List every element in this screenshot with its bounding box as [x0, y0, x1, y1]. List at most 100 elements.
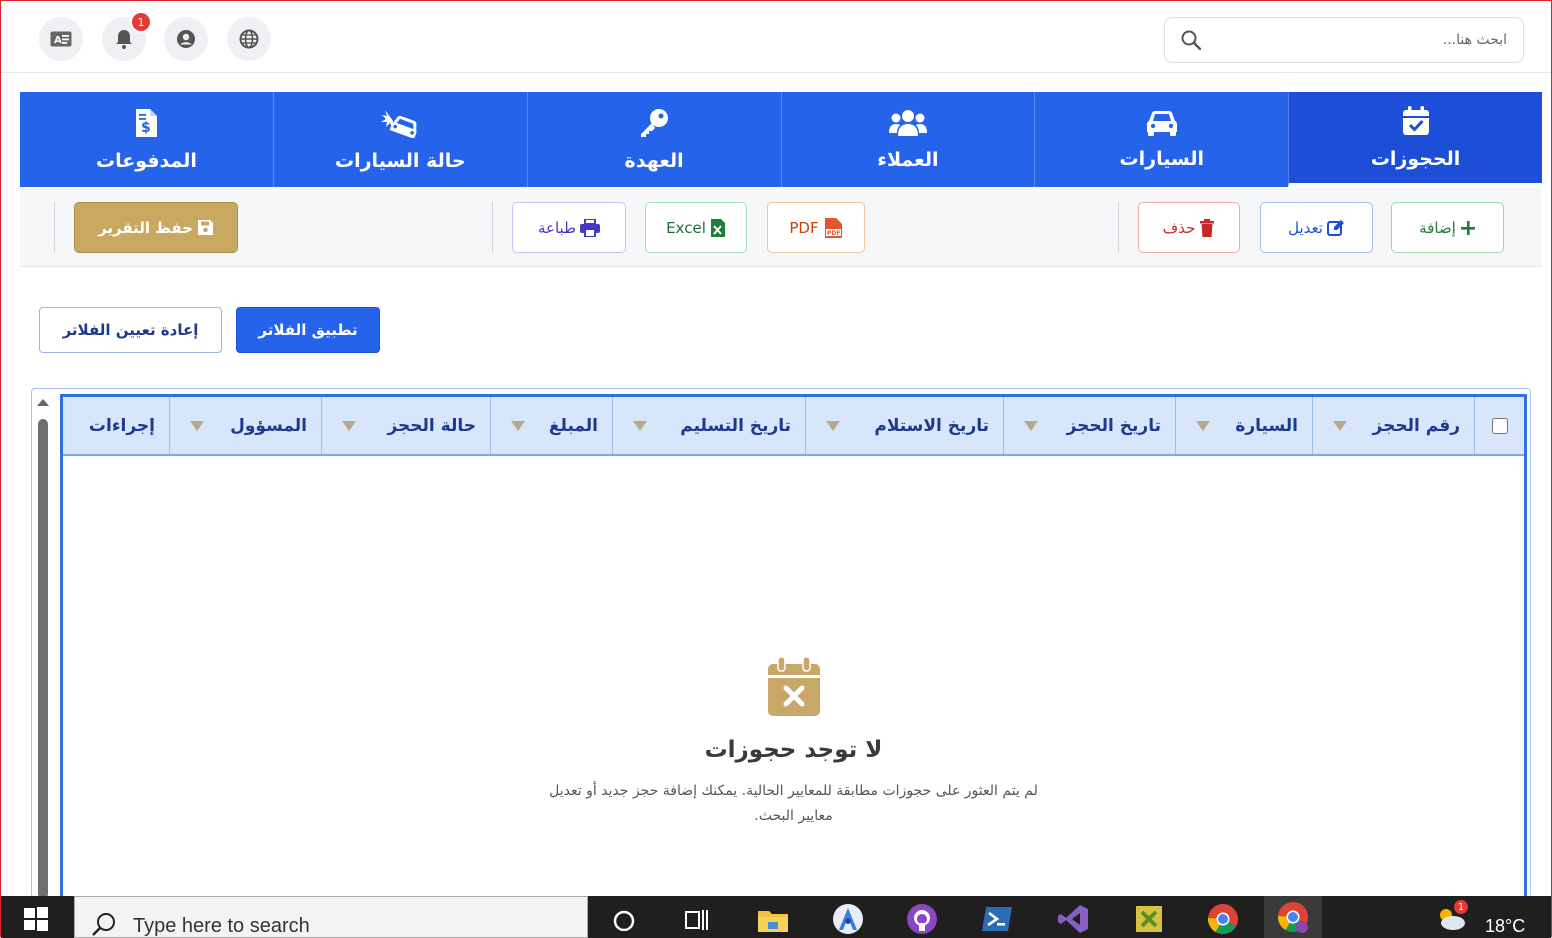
- add-label: إضافة: [1419, 218, 1456, 237]
- empty-state: لا توجد حجوزات لم يتم العثور على حجوزات …: [63, 656, 1524, 829]
- print-button[interactable]: طباعة: [512, 202, 626, 253]
- notification-badge: 1: [130, 11, 152, 33]
- search-input[interactable]: [1209, 24, 1509, 56]
- invoice-dollar-icon: $: [136, 108, 158, 137]
- visual-studio-button[interactable]: [1056, 902, 1090, 936]
- edit-button[interactable]: تعديل: [1260, 202, 1373, 253]
- weather-widget-button[interactable]: 1: [1434, 898, 1470, 936]
- column-label: تاريخ الحجز: [1066, 415, 1161, 436]
- column-label: رقم الحجز: [1372, 415, 1460, 436]
- notifications-button[interactable]: 1: [102, 11, 152, 61]
- tab-custody[interactable]: العهدة: [526, 92, 781, 187]
- toolbar-divider: [1118, 202, 1119, 253]
- filter-triangle-icon[interactable]: [1196, 420, 1210, 431]
- export-pdf-button[interactable]: PDF PDF: [767, 202, 865, 253]
- save-report-button[interactable]: حفظ التقرير: [74, 202, 238, 253]
- select-all-cell: [1474, 397, 1524, 454]
- column-header[interactable]: رقم الحجز: [1312, 397, 1474, 454]
- language-button[interactable]: A: [39, 17, 83, 61]
- cortana-button[interactable]: [607, 902, 641, 936]
- top-bar: A 1: [1, 1, 1551, 73]
- action-toolbar: إضافة تعديل حذف PDF PDF Excel طباعة حفظ …: [20, 188, 1542, 267]
- xampp-button[interactable]: [1132, 902, 1166, 936]
- powershell-button[interactable]: [980, 902, 1014, 936]
- cortana-circle-icon: [613, 910, 635, 931]
- chrome-profile-icon: [1278, 902, 1308, 933]
- bookings-table-container: رقم الحجز السيارة تاريخ الحجز تاريخ الاس…: [31, 388, 1531, 899]
- folder-icon: [758, 911, 788, 932]
- windows-taskbar: Type here to search 1 18°C: [1, 896, 1551, 938]
- globe-button[interactable]: [227, 17, 271, 61]
- filter-triangle-icon[interactable]: [511, 420, 525, 431]
- column-header[interactable]: المسؤول: [169, 397, 321, 454]
- calendar-check-icon: [1402, 105, 1429, 135]
- scrollbar-thumb[interactable]: [38, 419, 48, 899]
- tab-bookings[interactable]: الحجوزات: [1288, 92, 1542, 187]
- apply-filters-button[interactable]: تطبيق الفلاتر: [236, 307, 380, 353]
- taskbar-search-icon: [92, 913, 115, 936]
- chrome-button[interactable]: [1206, 902, 1240, 936]
- profile-button[interactable]: [164, 17, 208, 61]
- select-all-checkbox[interactable]: [1491, 417, 1508, 434]
- android-studio-button[interactable]: [831, 902, 865, 936]
- tab-car-status[interactable]: حالة السيارات: [272, 92, 527, 187]
- column-label: السيارة: [1235, 415, 1298, 436]
- column-header[interactable]: حالة الحجز: [321, 397, 490, 454]
- temperature-readout: 18°C: [1485, 916, 1526, 936]
- tab-label: المدفوعات: [95, 149, 197, 172]
- tab-label: الحجوزات: [1370, 147, 1461, 170]
- column-header[interactable]: المبلغ: [490, 397, 612, 454]
- filter-triangle-icon[interactable]: [342, 420, 356, 431]
- column-header[interactable]: تاريخ الحجز: [1003, 397, 1175, 454]
- windows-start-button[interactable]: [19, 902, 53, 936]
- edit-icon: [1326, 219, 1344, 236]
- save-icon: [197, 220, 213, 235]
- chrome-profile-button[interactable]: [1264, 896, 1322, 938]
- search-box: [1164, 17, 1524, 63]
- vertical-scrollbar[interactable]: [36, 395, 50, 899]
- delete-button[interactable]: حذف: [1138, 202, 1240, 253]
- key-icon: [641, 108, 669, 137]
- scroll-up-arrow-icon[interactable]: [36, 397, 50, 407]
- column-header[interactable]: السيارة: [1175, 397, 1312, 454]
- empty-state-message: لم يتم العثور على حجوزات مطابقة للمعايير…: [549, 783, 1038, 824]
- task-view-button[interactable]: [680, 902, 714, 936]
- save-report-label: حفظ التقرير: [98, 218, 193, 237]
- tab-label: حالة السيارات: [335, 149, 466, 172]
- column-label: المبلغ: [548, 415, 598, 436]
- filter-triangle-icon[interactable]: [190, 420, 204, 431]
- file-pdf-icon: PDF: [824, 217, 842, 238]
- add-button[interactable]: إضافة: [1391, 202, 1504, 253]
- column-label: حالة الحجز: [387, 415, 476, 436]
- column-header[interactable]: تاريخ الاستلام: [805, 397, 1003, 454]
- taskbar-search-box[interactable]: Type here to search: [74, 896, 588, 938]
- svg-text:A: A: [54, 35, 62, 46]
- export-excel-button[interactable]: Excel: [645, 202, 747, 253]
- visual-studio-icon: [1058, 905, 1088, 933]
- column-header[interactable]: إجراءات: [63, 397, 169, 454]
- filter-triangle-icon[interactable]: [633, 420, 647, 431]
- column-header[interactable]: تاريخ التسليم: [612, 397, 805, 454]
- filter-triangle-icon[interactable]: [1333, 420, 1347, 431]
- tab-payments[interactable]: $ المدفوعات: [20, 92, 273, 187]
- language-icon: [239, 29, 259, 49]
- profile-icon: [177, 30, 195, 48]
- svg-text:$: $: [141, 120, 151, 136]
- reset-filters-button[interactable]: إعادة تعيين الفلاتر: [39, 307, 222, 353]
- svg-text:PDF: PDF: [827, 230, 840, 237]
- tab-label: السيارات: [1119, 147, 1204, 170]
- github-desktop-button[interactable]: [905, 902, 939, 936]
- powershell-icon: [982, 907, 1012, 931]
- filter-triangle-icon[interactable]: [826, 420, 840, 431]
- bookings-table: رقم الحجز السيارة تاريخ الحجز تاريخ الاس…: [60, 394, 1527, 899]
- toolbar-divider: [54, 202, 55, 253]
- empty-state-title: لا توجد حجوزات: [704, 737, 883, 763]
- tab-cars[interactable]: السيارات: [1034, 92, 1288, 187]
- column-label: المسؤول: [230, 415, 307, 436]
- tab-customers[interactable]: العملاء: [780, 92, 1035, 187]
- filter-triangle-icon[interactable]: [1024, 420, 1038, 431]
- pdf-label: PDF: [789, 218, 819, 237]
- file-explorer-button[interactable]: [756, 902, 790, 936]
- tab-label: العهدة: [624, 149, 684, 172]
- task-view-icon: [685, 910, 708, 930]
